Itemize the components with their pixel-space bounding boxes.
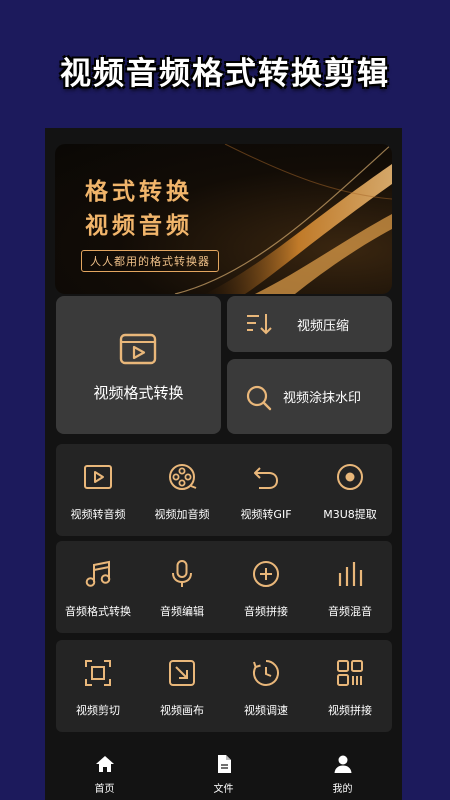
user-icon bbox=[334, 755, 352, 773]
video-join-tool[interactable]: 视频拼接 bbox=[308, 640, 392, 732]
tab-home[interactable]: 首页 bbox=[45, 740, 164, 800]
tool-label: 视频画布 bbox=[160, 704, 204, 717]
disc-icon bbox=[337, 464, 363, 490]
tab-label: 我的 bbox=[332, 784, 353, 795]
audio-join-tool[interactable]: 音频拼接 bbox=[224, 541, 308, 633]
tool-label: 视频调速 bbox=[244, 704, 288, 717]
video-watermark-card[interactable]: 视频涂抹水印 bbox=[227, 359, 392, 434]
search-icon bbox=[246, 385, 272, 411]
home-icon bbox=[96, 756, 114, 772]
tool-label: 音频编辑 bbox=[160, 605, 204, 618]
tool-label: 音频格式转换 bbox=[65, 605, 131, 618]
tool-label: 视频转音频 bbox=[70, 508, 126, 521]
video-format-convert-card[interactable]: 视频格式转换 bbox=[56, 296, 221, 434]
undo-arrow-icon bbox=[254, 467, 279, 489]
play-window-icon bbox=[119, 333, 157, 365]
tool-label: 视频剪切 bbox=[76, 704, 120, 717]
tab-label: 文件 bbox=[213, 784, 234, 795]
qr-grid-icon bbox=[337, 660, 363, 686]
film-reel-icon bbox=[169, 464, 197, 490]
promo-headline: 视频音频格式转换剪辑 bbox=[60, 56, 390, 92]
microphone-icon bbox=[172, 560, 192, 587]
tool-grid-row-3: 视频剪切 视频画布 视频调速 视频拼接 bbox=[56, 640, 392, 732]
play-square-icon bbox=[84, 465, 112, 489]
video-canvas-tool[interactable]: 视频画布 bbox=[140, 640, 224, 732]
plus-circle-icon bbox=[253, 561, 279, 587]
tool-grid-row-2: 音频格式转换 音频编辑 音频拼接 音频混音 bbox=[56, 541, 392, 633]
video-add-audio-tool[interactable]: 视频加音频 bbox=[140, 444, 224, 536]
music-note-icon bbox=[85, 560, 111, 587]
app-screen: 格式转换 视频音频 人人都用的格式转换器 视频格式转换 视频压缩 视频涂抹水印 bbox=[45, 128, 402, 800]
audio-format-convert-tool[interactable]: 音频格式转换 bbox=[56, 541, 140, 633]
audio-mix-tool[interactable]: 音频混音 bbox=[308, 541, 392, 633]
tool-label: M3U8提取 bbox=[323, 508, 377, 521]
tool-label: 音频拼接 bbox=[244, 605, 288, 618]
video-compress-label: 视频压缩 bbox=[297, 319, 350, 334]
tool-label: 音频混音 bbox=[328, 605, 372, 618]
video-speed-tool[interactable]: 视频调速 bbox=[224, 640, 308, 732]
tool-label: 视频转GIF bbox=[240, 508, 292, 521]
tool-label: 视频拼接 bbox=[328, 704, 372, 717]
tab-files[interactable]: 文件 bbox=[164, 740, 283, 800]
banner-title-line1: 格式转换 bbox=[85, 179, 193, 205]
video-cut-tool[interactable]: 视频剪切 bbox=[56, 640, 140, 732]
hero-banner[interactable]: 格式转换 视频音频 人人都用的格式转换器 bbox=[55, 144, 392, 294]
bottom-tab-bar: 首页 文件 我的 bbox=[45, 740, 402, 800]
video-to-audio-tool[interactable]: 视频转音频 bbox=[56, 444, 140, 536]
tab-profile[interactable]: 我的 bbox=[283, 740, 402, 800]
tool-grid-row-1: 视频转音频 视频加音频 视频转GIF M3U8提取 bbox=[56, 444, 392, 536]
m3u8-extract-tool[interactable]: M3U8提取 bbox=[308, 444, 392, 536]
banner-title-line2: 视频音频 bbox=[85, 213, 193, 239]
sort-down-icon bbox=[247, 314, 272, 335]
video-to-gif-tool[interactable]: 视频转GIF bbox=[224, 444, 308, 536]
video-format-convert-label: 视频格式转换 bbox=[93, 384, 184, 402]
video-compress-card[interactable]: 视频压缩 bbox=[227, 296, 392, 352]
video-watermark-label: 视频涂抹水印 bbox=[283, 391, 362, 406]
tab-label: 首页 bbox=[94, 784, 115, 795]
resize-arrow-icon bbox=[169, 660, 195, 686]
audio-edit-tool[interactable]: 音频编辑 bbox=[140, 541, 224, 633]
speed-clock-icon bbox=[253, 660, 279, 686]
tool-label: 视频加音频 bbox=[154, 508, 210, 521]
equalizer-icon bbox=[338, 562, 363, 586]
crop-frame-icon bbox=[85, 660, 111, 686]
file-icon bbox=[218, 755, 231, 773]
banner-subtitle: 人人都用的格式转换器 bbox=[81, 250, 219, 272]
